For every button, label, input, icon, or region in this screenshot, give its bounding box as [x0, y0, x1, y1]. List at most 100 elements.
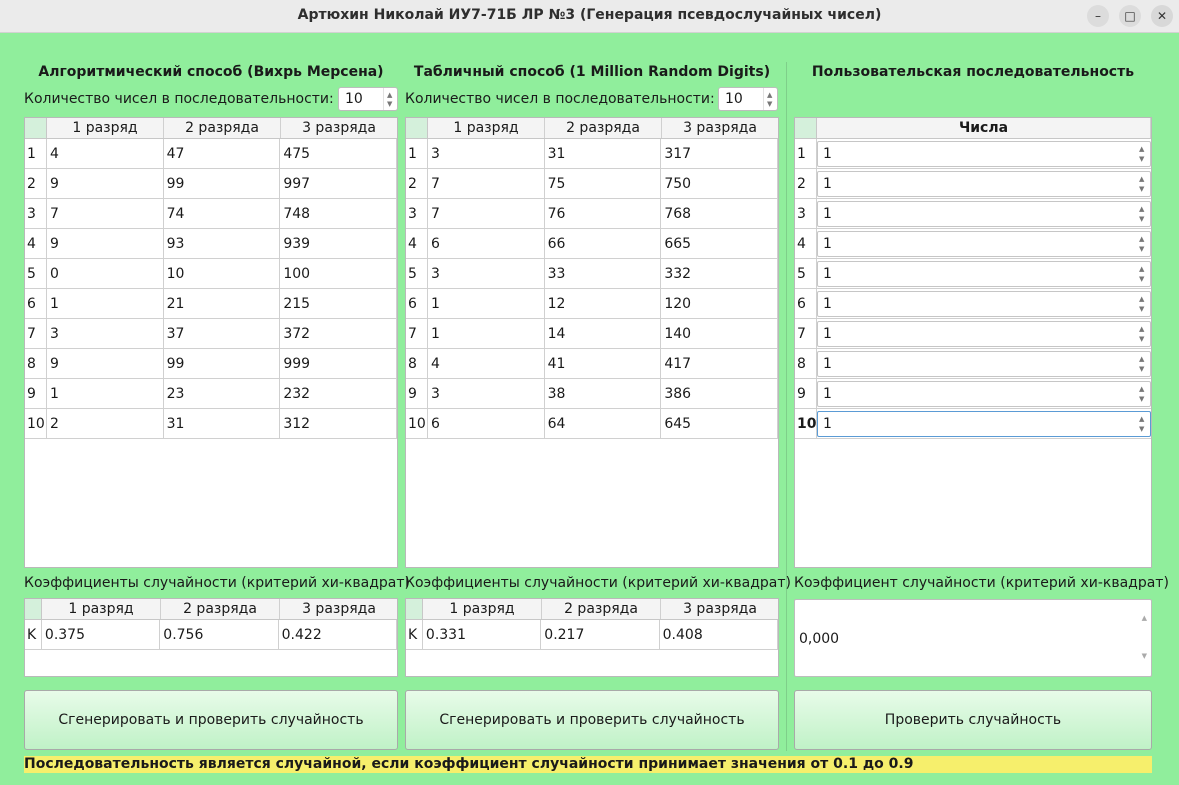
right-coef-output[interactable]: 0,000 ▲ ▼ [794, 599, 1152, 677]
row-header[interactable]: 2 [795, 169, 817, 199]
spin-arrows-icon[interactable]: ▲ ▼ [383, 88, 397, 110]
table-cell[interactable]: 1 [427, 319, 545, 349]
left-coef-col-3[interactable]: 3 разряда [280, 599, 397, 619]
table-cell[interactable]: 215 [280, 289, 397, 319]
row-header[interactable]: 5 [406, 259, 428, 289]
row-header[interactable]: 10 [795, 409, 817, 439]
table-cell[interactable]: 38 [544, 379, 662, 409]
table-cell[interactable]: 31 [544, 139, 662, 169]
row-header[interactable]: 5 [795, 259, 817, 289]
row-header[interactable]: 6 [406, 289, 428, 319]
table-cell[interactable]: 386 [661, 379, 778, 409]
table-cell[interactable]: 3 [427, 379, 545, 409]
number-spinbox[interactable]: 1 ▲ ▼ [817, 321, 1151, 347]
table-cell[interactable]: 99 [163, 349, 281, 379]
middle-col-1[interactable]: 1 разряд [428, 118, 545, 138]
table-cell[interactable]: 417 [661, 349, 778, 379]
number-spinbox[interactable]: 1 ▲ ▼ [817, 171, 1151, 197]
row-header[interactable]: 7 [406, 319, 428, 349]
left-coef-col-1[interactable]: 1 разряд [42, 599, 161, 619]
left-count-spinbox[interactable]: 10 ▲ ▼ [338, 87, 398, 111]
middle-generate-button[interactable]: Сгенерировать и проверить случайность [405, 690, 779, 750]
left-col-1[interactable]: 1 разряд [47, 118, 164, 138]
row-header[interactable]: 9 [795, 379, 817, 409]
middle-coef-table[interactable]: 1 разряд 2 разряда 3 разряда K 0.331 0.217… [405, 598, 779, 677]
table-cell[interactable]: 3 [427, 259, 545, 289]
table-cell[interactable]: 645 [661, 409, 778, 439]
table-corner[interactable] [406, 118, 428, 138]
middle-col-2[interactable]: 2 разряда [545, 118, 662, 138]
middle-col-3[interactable]: 3 разряда [662, 118, 778, 138]
table-cell[interactable]: 232 [280, 379, 397, 409]
table-cell[interactable]: 9 [46, 169, 164, 199]
number-spinbox[interactable]: 1 ▲ ▼ [817, 231, 1151, 257]
right-table[interactable]: Числа 1 1 ▲ ▼ 2 1 ▲ ▼ 3 1 ▲ ▼ 4 1 ▲ ▼ 5 1 ▲ ▼ 6 1 ▲ ▼ 7 1 ▲ ▼… [794, 117, 1152, 568]
table-cell[interactable]: 41 [544, 349, 662, 379]
row-header[interactable]: 2 [25, 169, 47, 199]
table-cell[interactable]: 21 [163, 289, 281, 319]
table-cell[interactable]: 76 [544, 199, 662, 229]
table-corner[interactable] [795, 118, 817, 138]
row-header[interactable]: 7 [795, 319, 817, 349]
row-header[interactable]: 1 [25, 139, 47, 169]
spin-arrows-icon[interactable]: ▲ ▼ [1136, 322, 1150, 346]
number-spinbox[interactable]: 1 ▲ ▼ [817, 291, 1151, 317]
table-cell[interactable]: 31 [163, 409, 281, 439]
table-cell[interactable]: 6 [427, 229, 545, 259]
left-table[interactable]: 1 разряд 2 разряда 3 разряда 1 4 47 475 299… [24, 117, 398, 568]
coef-cell[interactable]: 0.331 [422, 620, 542, 650]
maximize-button[interactable]: □ [1119, 5, 1141, 27]
table-cell[interactable]: 372 [280, 319, 397, 349]
table-corner[interactable] [25, 118, 47, 138]
left-col-3[interactable]: 3 разряда [281, 118, 397, 138]
table-cell[interactable]: 750 [661, 169, 778, 199]
table-cell[interactable]: 0 [46, 259, 164, 289]
table-cell[interactable]: 7 [46, 199, 164, 229]
table-cell[interactable]: 1 [427, 289, 545, 319]
number-spinbox[interactable]: 1 ▲ ▼ [817, 141, 1151, 167]
table-cell[interactable]: 93 [163, 229, 281, 259]
table-corner[interactable] [406, 599, 423, 619]
minimize-button[interactable]: – [1087, 5, 1109, 27]
row-header[interactable]: K [406, 620, 423, 650]
coef-cell[interactable]: 0.756 [160, 620, 279, 650]
left-generate-button[interactable]: Сгенерировать и проверить случайность [24, 690, 398, 750]
left-coef-table[interactable]: 1 разряд 2 разряда 3 разряда K 0.375 0.756… [24, 598, 398, 677]
table-cell[interactable]: 1 [46, 289, 164, 319]
table-cell[interactable]: 12 [544, 289, 662, 319]
table-cell[interactable]: 332 [661, 259, 778, 289]
row-header[interactable]: 3 [795, 199, 817, 229]
table-corner[interactable] [25, 599, 42, 619]
table-cell[interactable]: 768 [661, 199, 778, 229]
table-cell[interactable]: 4 [46, 139, 164, 169]
table-cell[interactable]: 665 [661, 229, 778, 259]
close-button[interactable]: ✕ [1151, 5, 1173, 27]
table-cell[interactable]: 7 [427, 169, 545, 199]
spin-arrows-icon[interactable]: ▲ ▼ [1136, 412, 1150, 436]
row-header[interactable]: 1 [795, 139, 817, 169]
number-spinbox[interactable]: 1 ▲ ▼ [817, 261, 1151, 287]
middle-coef-col-2[interactable]: 2 разряда [542, 599, 661, 619]
table-cell[interactable]: 75 [544, 169, 662, 199]
table-cell[interactable]: 74 [163, 199, 281, 229]
table-cell[interactable]: 64 [544, 409, 662, 439]
scroll-down-icon[interactable]: ▼ [1142, 652, 1147, 660]
row-header[interactable]: 4 [25, 229, 47, 259]
table-cell[interactable]: 748 [280, 199, 397, 229]
table-cell[interactable]: 47 [163, 139, 281, 169]
table-cell[interactable]: 100 [280, 259, 397, 289]
scroll-up-icon[interactable]: ▲ [1142, 614, 1147, 622]
row-header[interactable]: 8 [406, 349, 428, 379]
number-spinbox[interactable]: 1 ▲ ▼ [817, 381, 1151, 407]
table-cell[interactable]: 120 [661, 289, 778, 319]
table-cell[interactable]: 23 [163, 379, 281, 409]
spin-arrows-icon[interactable]: ▲ ▼ [1136, 352, 1150, 376]
row-header[interactable]: 3 [406, 199, 428, 229]
table-cell[interactable]: 3 [46, 319, 164, 349]
left-coef-col-2[interactable]: 2 разряда [161, 599, 280, 619]
table-cell[interactable]: 939 [280, 229, 397, 259]
row-header[interactable]: 5 [25, 259, 47, 289]
table-cell[interactable]: 3 [427, 139, 545, 169]
spin-arrows-icon[interactable]: ▲ ▼ [1136, 172, 1150, 196]
row-header[interactable]: 8 [795, 349, 817, 379]
